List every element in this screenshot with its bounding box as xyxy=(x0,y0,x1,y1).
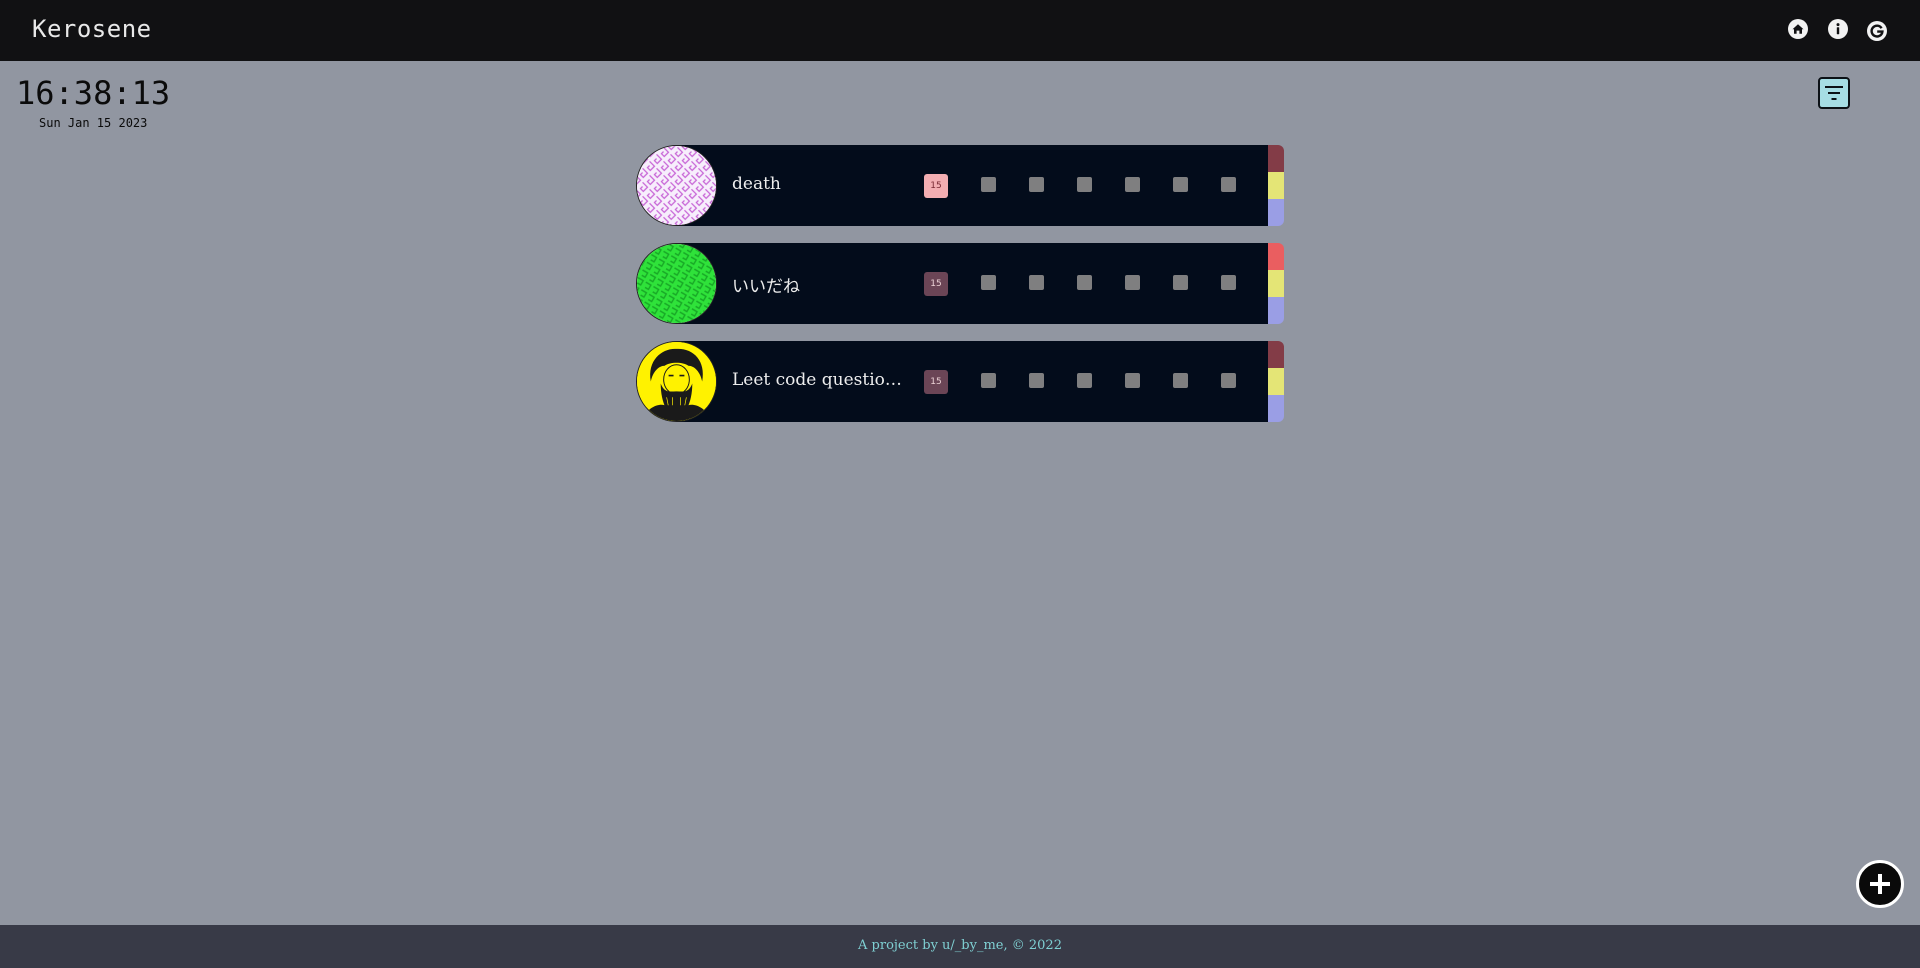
strip-segment-middle[interactable] xyxy=(1268,172,1284,199)
day-checkbox[interactable] xyxy=(1029,373,1044,388)
habit-row[interactable]: death 15 xyxy=(636,145,1284,226)
day-checkbox[interactable] xyxy=(981,177,996,192)
add-habit-button[interactable] xyxy=(1856,860,1904,908)
google-icon[interactable] xyxy=(1866,20,1888,42)
habit-list: death 15 いいだね 15 Leet code questio… 15 xyxy=(636,145,1284,439)
habit-row[interactable]: Leet code questio… 15 xyxy=(636,341,1284,422)
filter-button[interactable] xyxy=(1818,77,1850,109)
day-checkbox[interactable] xyxy=(1125,177,1140,192)
day-checkbox[interactable] xyxy=(1029,275,1044,290)
habit-name[interactable]: いいだね xyxy=(732,272,902,297)
today-day-badge[interactable]: 15 xyxy=(924,174,948,198)
day-checkbox[interactable] xyxy=(1221,275,1236,290)
strip-segment-top[interactable] xyxy=(1268,341,1284,368)
strip-segment-middle[interactable] xyxy=(1268,368,1284,395)
plus-icon xyxy=(1870,874,1890,894)
clock-date: Sun Jan 15 2023 xyxy=(39,116,148,130)
day-checkbox[interactable] xyxy=(1077,373,1092,388)
home-icon[interactable] xyxy=(1787,18,1809,40)
app-title[interactable]: Kerosene xyxy=(32,15,152,43)
filter-icon xyxy=(1825,86,1843,100)
habit-avatar[interactable] xyxy=(636,341,717,422)
day-checkbox[interactable] xyxy=(1077,275,1092,290)
habit-avatar[interactable] xyxy=(636,145,717,226)
strip-segment-top[interactable] xyxy=(1268,243,1284,270)
day-checkbox[interactable] xyxy=(1173,373,1188,388)
strip-segment-bottom[interactable] xyxy=(1268,395,1284,422)
day-checkbox[interactable] xyxy=(1221,373,1236,388)
clock-time: 16:38:13 xyxy=(16,74,171,112)
habit-avatar[interactable] xyxy=(636,243,717,324)
habit-color-strip[interactable] xyxy=(1268,145,1284,226)
strip-segment-bottom[interactable] xyxy=(1268,199,1284,226)
day-checkbox[interactable] xyxy=(981,275,996,290)
strip-segment-middle[interactable] xyxy=(1268,270,1284,297)
day-checkbox[interactable] xyxy=(1029,177,1044,192)
top-bar: Kerosene xyxy=(0,0,1920,61)
habit-name[interactable]: Leet code questio… xyxy=(732,370,902,390)
today-day-badge[interactable]: 15 xyxy=(924,370,948,394)
habit-color-strip[interactable] xyxy=(1268,341,1284,422)
day-checkbox[interactable] xyxy=(1173,177,1188,192)
habit-row[interactable]: いいだね 15 xyxy=(636,243,1284,324)
day-checkbox[interactable] xyxy=(1125,373,1140,388)
habit-color-strip[interactable] xyxy=(1268,243,1284,324)
strip-segment-bottom[interactable] xyxy=(1268,297,1284,324)
habit-name[interactable]: death xyxy=(732,174,902,194)
strip-segment-top[interactable] xyxy=(1268,145,1284,172)
today-day-badge[interactable]: 15 xyxy=(924,272,948,296)
info-icon[interactable] xyxy=(1827,18,1849,40)
footer: A project by u/_by_me, © 2022 xyxy=(0,925,1920,968)
day-checkbox[interactable] xyxy=(1173,275,1188,290)
day-checkbox[interactable] xyxy=(1125,275,1140,290)
day-checkbox[interactable] xyxy=(1077,177,1092,192)
footer-text: A project by u/_by_me, © 2022 xyxy=(858,938,1062,953)
day-checkbox[interactable] xyxy=(1221,177,1236,192)
day-checkbox[interactable] xyxy=(981,373,996,388)
